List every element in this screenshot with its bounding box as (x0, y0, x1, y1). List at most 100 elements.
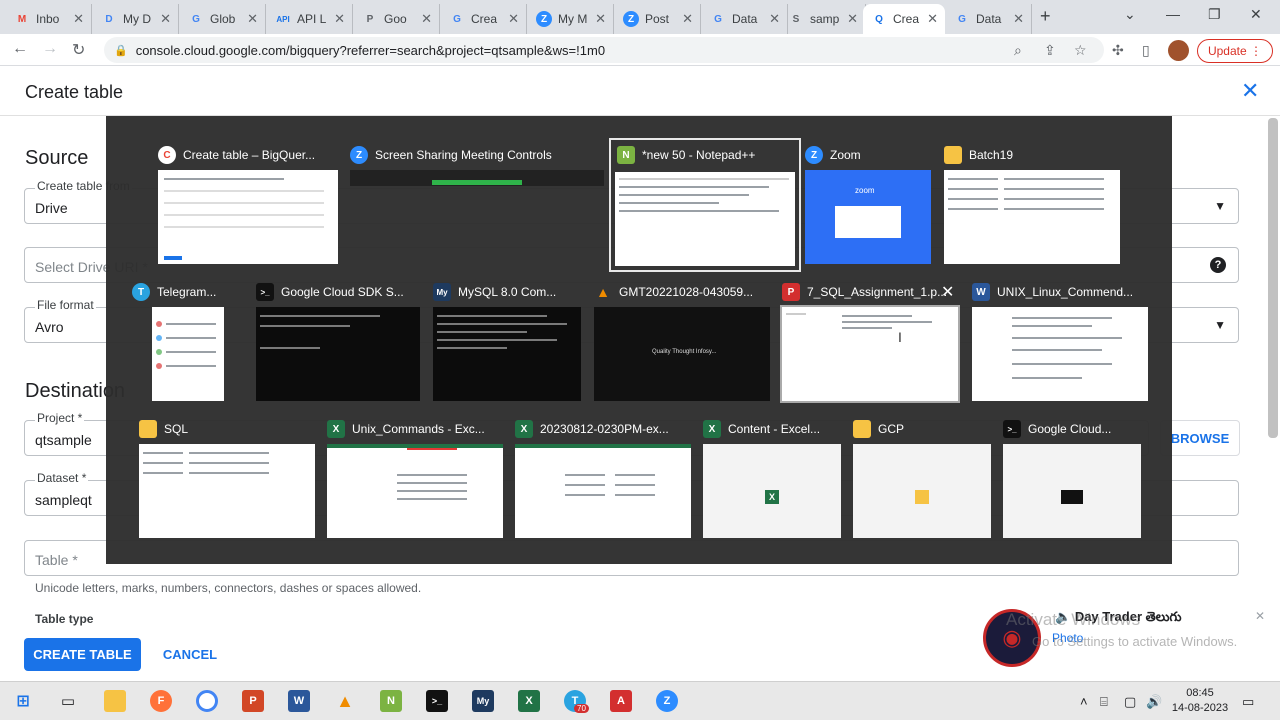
switcher-window-sql-folder[interactable]: SQL (139, 418, 315, 540)
browser-tab-active[interactable]: Q Crea ✕ (863, 4, 945, 34)
window-title: Create table – BigQuer... (183, 148, 316, 162)
reload-icon[interactable]: ↻ (72, 40, 85, 60)
help-icon[interactable]: ? (1210, 257, 1226, 273)
window-title: Batch19 (969, 148, 1014, 162)
word-icon[interactable]: W (288, 690, 310, 712)
browser-tab[interactable]: M Inbo ✕ (6, 4, 92, 34)
browser-tab[interactable]: Z My M ✕ (528, 4, 614, 34)
browser-tab[interactable]: Z Post ✕ (615, 4, 701, 34)
switcher-window-unix-excel[interactable]: X Unix_Commands - Exc... (327, 418, 503, 540)
telegram-icon: T (132, 283, 150, 301)
browser-tab[interactable]: G Crea ✕ (441, 4, 527, 34)
zoom-thumb-text: zoom (855, 186, 875, 195)
tab-label: Data (976, 12, 1002, 26)
close-icon[interactable]: ✕ (847, 11, 858, 27)
chat-icon[interactable]: ▢ (1124, 694, 1136, 710)
restore-icon[interactable]: ❐ (1208, 6, 1221, 23)
switcher-window-pdf[interactable]: P 7_SQL_Assignment_1.p... I (780, 281, 960, 403)
switcher-window-word[interactable]: W UNIX_Linux_Commend... (972, 281, 1148, 403)
switcher-window-google-cloud-shell[interactable]: >_ Google Cloud... (1003, 418, 1141, 540)
switcher-window-vlc[interactable]: ▲ GMT20221028-043059... Quality Thought I… (594, 281, 770, 403)
powerpoint-icon[interactable]: P (242, 690, 264, 712)
switcher-window-batch19[interactable]: Batch19 (944, 144, 1120, 266)
back-arrow-icon[interactable]: ← (12, 40, 28, 58)
close-icon[interactable]: ✕ (160, 11, 171, 27)
browser-tab[interactable]: P Goo ✕ (354, 4, 440, 34)
cancel-button[interactable]: CANCEL (154, 638, 226, 671)
excel-icon: X (765, 490, 779, 504)
switcher-window-zoom[interactable]: Z Zoom zoom (805, 144, 931, 266)
switcher-window-notepadpp-selected[interactable]: N *new 50 - Notepad++ (609, 138, 801, 272)
window-title: Unix_Commands - Exc... (352, 422, 485, 436)
forward-arrow-icon[interactable]: → (42, 40, 58, 58)
avatar[interactable] (1168, 40, 1189, 61)
excel-icon[interactable]: X (518, 690, 540, 712)
browse-button[interactable]: BROWSE (1160, 420, 1240, 456)
minimize-icon[interactable]: — (1166, 6, 1180, 22)
firefox-icon[interactable]: F (150, 690, 172, 712)
close-icon[interactable]: ✕ (927, 11, 938, 27)
switcher-window-recording-excel[interactable]: X 20230812-0230PM-ex... (515, 418, 691, 540)
close-icon[interactable]: ✕ (334, 11, 345, 27)
notepadpp-icon[interactable]: N (380, 690, 402, 712)
tab-label: Crea (893, 12, 920, 26)
api-icon: API (276, 14, 290, 24)
terminal-icon[interactable]: >_ (426, 690, 448, 712)
zoom-icon[interactable]: Z (656, 690, 678, 712)
window-close-icon[interactable]: ✕ (1250, 6, 1262, 23)
task-view-icon[interactable]: ▭ (57, 690, 79, 712)
volume-icon[interactable]: 🔊 (1146, 694, 1162, 710)
mysql-icon[interactable]: My (472, 690, 494, 712)
gmail-icon: M (17, 13, 27, 25)
close-icon[interactable]: ✕ (595, 11, 606, 27)
zoom-magnifier-icon[interactable]: ⌕ (1014, 42, 1022, 59)
switcher-window-gcloud-sdk[interactable]: >_ Google Cloud SDK S... (256, 281, 420, 403)
chrome-icon[interactable] (196, 690, 218, 712)
notification-center-icon[interactable]: ▭ (1242, 694, 1254, 710)
close-icon[interactable]: ✕ (1255, 609, 1265, 623)
window-title: MySQL 8.0 Com... (458, 285, 557, 299)
close-icon[interactable]: ✕ (769, 11, 780, 27)
browser-tab[interactable]: S samp ✕ (780, 4, 866, 34)
close-icon[interactable]: ✕ (247, 11, 258, 27)
task-switcher-overlay: C Create table – BigQuer... Z Screen Shari… (106, 116, 1172, 564)
create-table-button[interactable]: CREATE TABLE (24, 638, 141, 671)
browser-tab[interactable]: D My D ✕ (93, 4, 179, 34)
extensions-puzzle-icon[interactable]: ✣ (1112, 42, 1124, 59)
address-bar[interactable]: 🔒 console.cloud.google.com/bigquery?refe… (104, 37, 1104, 63)
switcher-window-zoom-controls[interactable]: Z Screen Sharing Meeting Controls (350, 144, 604, 194)
bookmark-star-icon[interactable]: ☆ (1074, 42, 1087, 59)
taskbar-clock[interactable]: 08:45 14-08-2023 (1170, 686, 1230, 716)
acrobat-icon[interactable]: A (610, 690, 632, 712)
windows-start-icon[interactable]: ⊞ (12, 690, 34, 712)
new-tab-plus-icon[interactable]: + (1040, 6, 1051, 27)
close-icon[interactable]: ✕ (1241, 78, 1259, 104)
switcher-window-telegram[interactable]: T Telegram... (132, 281, 250, 403)
search-icon: Q (875, 13, 883, 25)
chevron-down-icon[interactable]: ⌄ (1124, 6, 1136, 23)
switcher-window-mysql[interactable]: My MySQL 8.0 Com... (433, 281, 581, 403)
close-icon[interactable]: ✕ (1013, 11, 1024, 27)
switcher-window-bigquery[interactable]: C Create table – BigQuer... (158, 144, 338, 264)
switcher-window-gcp-folder[interactable]: GCP (853, 418, 991, 540)
vlc-icon[interactable]: ▲ (334, 690, 356, 712)
browser-tab[interactable]: G Data ✕ (702, 4, 788, 34)
browser-tab[interactable]: API API L ✕ (267, 4, 353, 34)
chevron-up-icon[interactable]: ˄ (1080, 694, 1088, 709)
page-header: Create table ✕ (0, 66, 1280, 116)
close-icon[interactable]: ✕ (73, 11, 84, 27)
close-icon[interactable]: ✕ (941, 282, 954, 302)
close-icon[interactable]: ✕ (682, 11, 693, 27)
network-icon[interactable]: ⌸ (1100, 694, 1108, 710)
close-icon[interactable]: ✕ (421, 11, 432, 27)
browser-tab[interactable]: G Glob ✕ (180, 4, 266, 34)
switcher-window-content-excel[interactable]: X Content - Excel... X (703, 418, 841, 540)
file-explorer-icon[interactable] (104, 690, 126, 712)
tab-label: Glob (210, 12, 236, 26)
page-scrollbar[interactable] (1268, 118, 1278, 438)
browser-tab[interactable]: G Data ✕ (946, 4, 1032, 34)
update-button[interactable]: Update ⋮ (1197, 39, 1273, 63)
side-panel-icon[interactable]: ▯ (1142, 42, 1150, 59)
close-icon[interactable]: ✕ (508, 11, 519, 27)
share-icon[interactable]: ⇪ (1044, 42, 1056, 59)
